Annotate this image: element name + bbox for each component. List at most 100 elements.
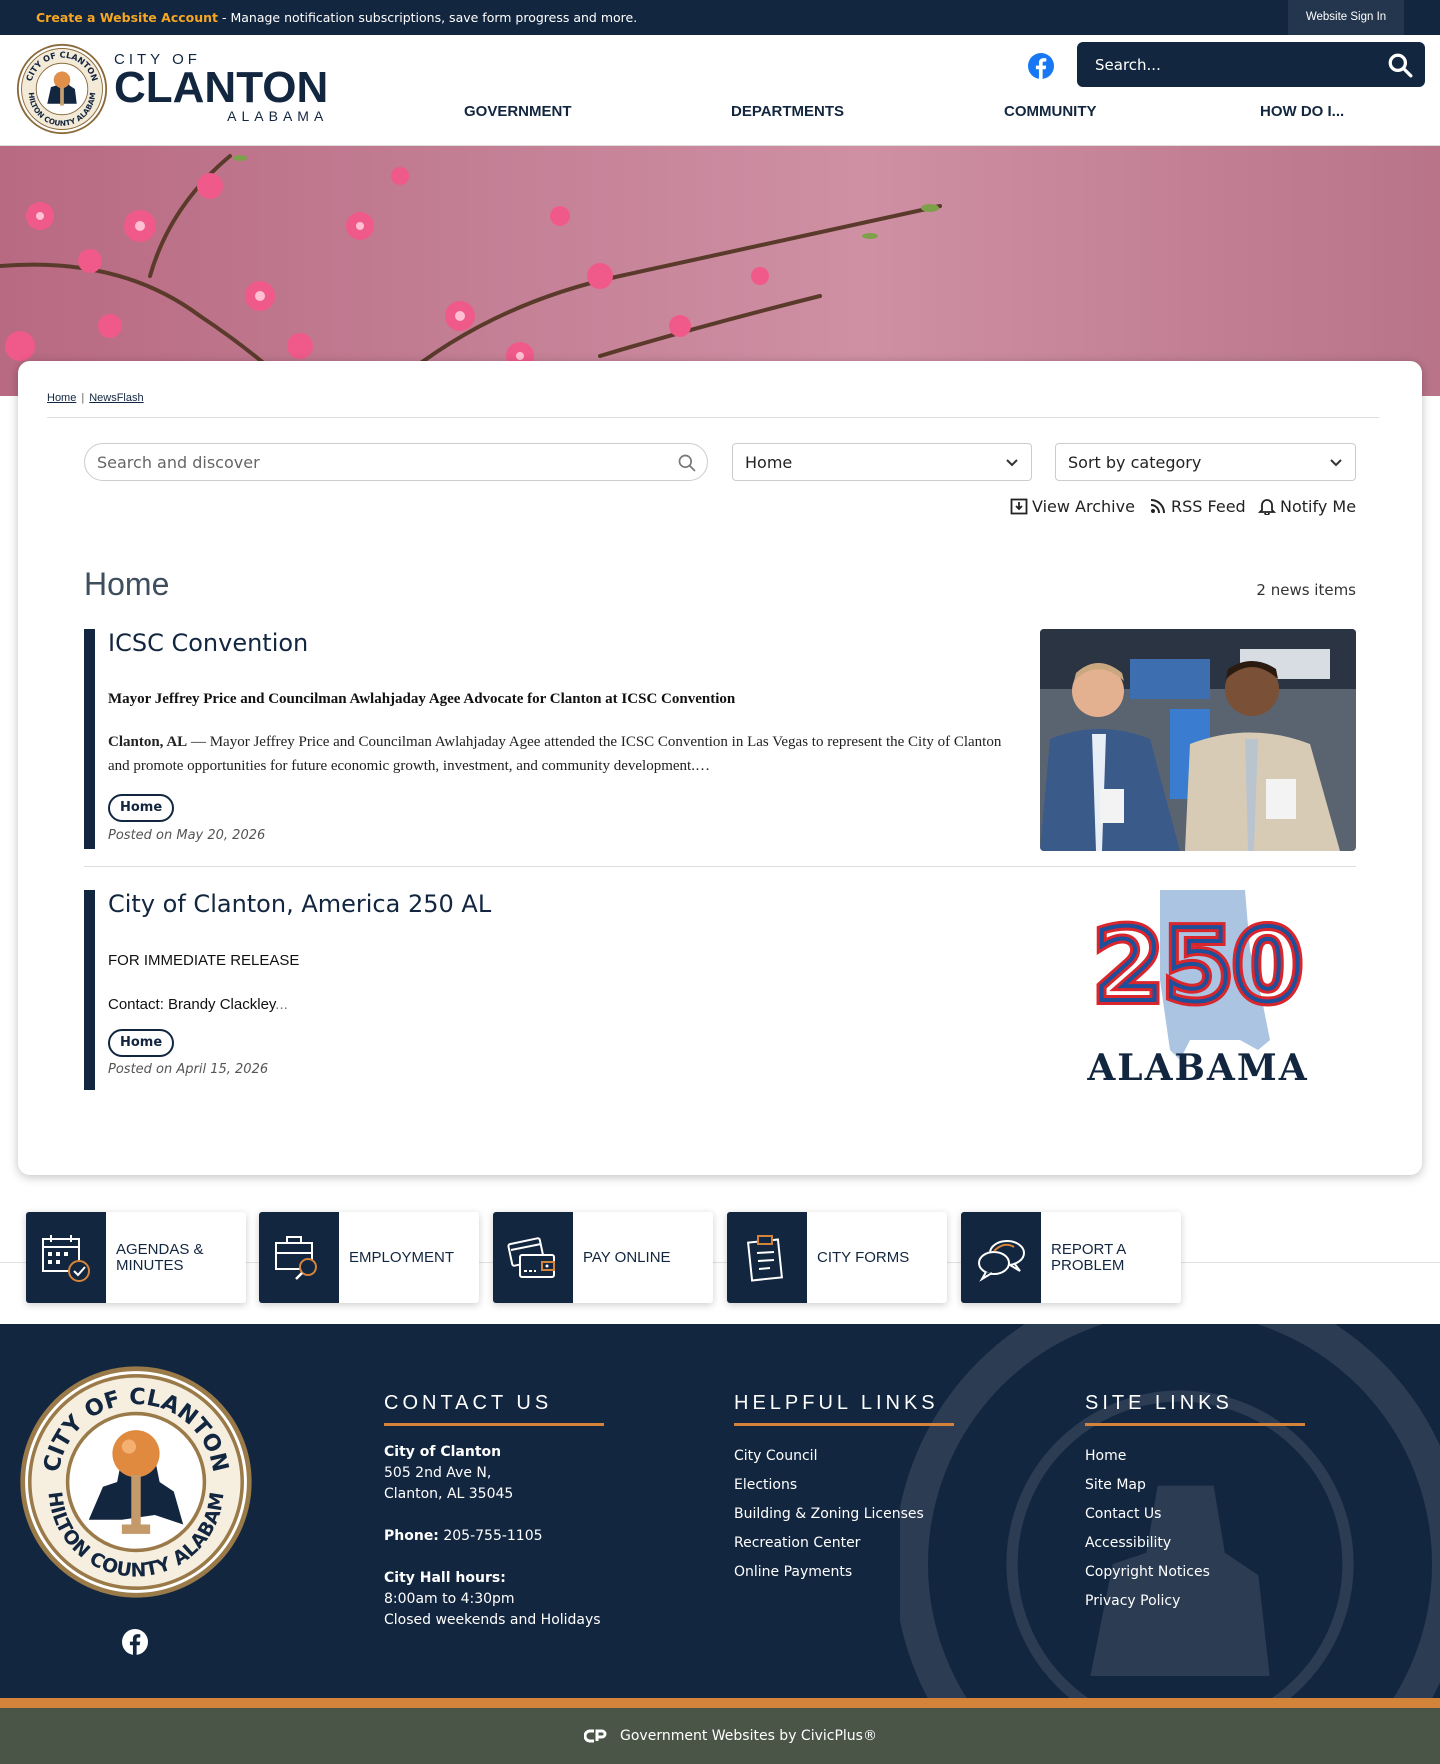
footer-link-privacy-policy[interactable]: Privacy Policy [1085,1587,1305,1616]
search-icon[interactable] [1387,52,1413,78]
news-item-title[interactable]: ICSC Convention [108,629,308,657]
rss-feed-link[interactable]: RSS Feed [1149,497,1246,516]
footer-link-copyright[interactable]: Copyright Notices [1085,1558,1305,1587]
discover-search [84,443,708,481]
site-search [1077,42,1425,87]
rss-icon [1150,499,1165,514]
quick-link-label: CITY FORMS [817,1248,910,1266]
footer-phone-label: Phone: [384,1528,439,1544]
footer-helpful-links-column: HELPFUL LINKS City Council Elections Bui… [734,1392,954,1587]
rss-feed-label: RSS Feed [1171,497,1246,516]
breadcrumb-newsflash[interactable]: NewsFlash [89,392,143,404]
america-250-alabama-logo: 250 250 ALABAMA [1086,890,1308,1089]
sort-select[interactable]: Sort by category [1055,443,1356,481]
sort-select-value: Sort by category [1068,453,1202,472]
news-item-posted-date: Posted on May 20, 2026 [108,828,266,843]
discover-search-input[interactable] [97,453,657,472]
footer-link-elections[interactable]: Elections [734,1471,954,1500]
footer-link-online-payments[interactable]: Online Payments [734,1558,954,1587]
site-header: CITY OF CLANTON CHILTON COUNTY ALABAMA C… [0,35,1440,146]
top-notification-bar: Create a Website Account - Manage notifi… [0,0,1440,35]
nav-community[interactable]: COMMUNITY [1004,103,1097,120]
quick-link-city-forms[interactable]: CITY FORMS [727,1212,947,1303]
news-item-headline: Mayor Jeffrey Price and Councilman Awlah… [108,691,736,707]
quick-link-agendas-minutes[interactable]: AGENDAS & MINUTES [26,1212,246,1303]
footer-link-recreation-center[interactable]: Recreation Center [734,1529,954,1558]
news-item-accent-bar [84,629,95,849]
create-account-link[interactable]: Create a Website Account [36,10,218,25]
news-item-accent-bar [84,890,95,1090]
quick-link-employment[interactable]: EMPLOYMENT [259,1212,479,1303]
civicplus-logo-icon[interactable] [584,1728,608,1744]
news-item-category-tag[interactable]: Home [108,1029,175,1057]
footer-contact-heading: CONTACT US [384,1392,604,1426]
news-item-contact-line: Contact: Brandy Clackley... [108,996,288,1013]
news-item-dateline: Clanton, AL [108,734,188,750]
footer-site-heading: SITE LINKS [1085,1392,1305,1426]
notify-me-link[interactable]: Notify Me [1258,497,1356,516]
newsflash-card: Home | NewsFlash Home Sort by category Vie… [18,361,1422,1175]
footer-city-seal[interactable]: CITY OF CLANTON CHILTON COUNTY ALABAMA [18,1364,254,1600]
quick-link-icon-tile [727,1212,807,1303]
footer-accent-stripe [0,1698,1440,1708]
footer-site-links: Home Site Map Contact Us Accessibility C… [1085,1442,1305,1616]
quick-link-pay-online[interactable]: PAY ONLINE [493,1212,713,1303]
briefcase-search-icon [275,1236,317,1280]
breadcrumb: Home | NewsFlash [47,392,144,404]
facebook-icon[interactable] [1028,53,1054,79]
news-item-photo[interactable]: 250 250 ALABAMA [1040,890,1356,1090]
news-item-category-tag[interactable]: Home [108,794,175,822]
quick-link-icon-tile [493,1212,573,1303]
nav-departments[interactable]: DEPARTMENTS [731,103,844,120]
chat-bubbles-icon [978,1240,1025,1282]
logo-alabama-text: ALABAMA [1086,1047,1308,1089]
footer-hours-label: City Hall hours: [384,1570,506,1586]
footer-link-home[interactable]: Home [1085,1442,1305,1471]
footer-link-accessibility[interactable]: Accessibility [1085,1529,1305,1558]
breadcrumb-divider [47,417,1379,418]
footer-address-line2: Clanton, AL 35045 [384,1486,514,1502]
nav-how-do-i[interactable]: HOW DO I... [1260,103,1344,120]
chevron-down-icon [1006,459,1018,467]
footer-hours-line2: Closed weekends and Holidays [384,1612,601,1628]
news-item-contact-text: Contact: Brandy Clackley [108,996,276,1013]
footer-link-site-map[interactable]: Site Map [1085,1471,1305,1500]
quick-link-icon-tile [26,1212,106,1303]
news-item: City of Clanton, America 250 AL FOR IMME… [84,890,1356,1090]
website-sign-in-button[interactable]: Website Sign In [1288,0,1404,35]
category-select[interactable]: Home [732,443,1032,481]
footer-link-building-zoning[interactable]: Building & Zoning Licenses [734,1500,954,1529]
news-item-title[interactable]: City of Clanton, America 250 AL [108,890,491,918]
site-search-input[interactable] [1095,54,1375,76]
footer-phone-number[interactable]: 205-755-1105 [439,1528,542,1544]
nav-government[interactable]: GOVERNMENT [464,103,572,120]
main-nav: GOVERNMENT DEPARTMENTS COMMUNITY HOW DO … [0,103,1440,133]
footer-hours-line1: 8:00am to 4:30pm [384,1591,515,1607]
view-archive-label: View Archive [1032,497,1135,516]
bell-icon [1258,499,1276,515]
search-icon[interactable] [677,453,697,473]
news-item-ellipsis: ... [275,996,288,1013]
section-title: Home [84,566,170,602]
footer-contact-column: CONTACT US City of Clanton 505 2nd Ave N… [384,1392,604,1631]
site-footer: CITY OF CLANTON CHILTON COUNTY ALABAMA C… [0,1324,1440,1698]
footer-helpful-links: City Council Elections Building & Zoning… [734,1442,954,1587]
account-message-text: - Manage notification subscriptions, sav… [218,10,638,25]
facebook-icon[interactable] [122,1629,148,1655]
breadcrumb-home[interactable]: Home [47,392,76,404]
view-archive-link[interactable]: View Archive [1010,497,1135,516]
quick-link-label: REPORT A PROBLEM [1051,1240,1126,1274]
footer-site-links-column: SITE LINKS Home Site Map Contact Us Acce… [1085,1392,1305,1616]
footer-link-contact-us[interactable]: Contact Us [1085,1500,1305,1529]
footer-address-line1: 505 2nd Ave N, [384,1465,492,1481]
civicplus-credit-link[interactable]: Government Websites by CivicPlus® [620,1728,877,1744]
news-item-photo[interactable] [1040,629,1356,851]
footer-link-city-council[interactable]: City Council [734,1442,954,1471]
convention-photo [1040,629,1356,851]
quick-link-report-a-problem[interactable]: REPORT A PROBLEM [961,1212,1181,1303]
quick-link-icon-tile [961,1212,1041,1303]
news-divider [84,866,1356,867]
footer-credit-bar: Government Websites by CivicPlus® [0,1708,1440,1764]
wordmark-clanton: CLANTON [114,63,329,112]
calendar-check-icon [42,1235,90,1282]
